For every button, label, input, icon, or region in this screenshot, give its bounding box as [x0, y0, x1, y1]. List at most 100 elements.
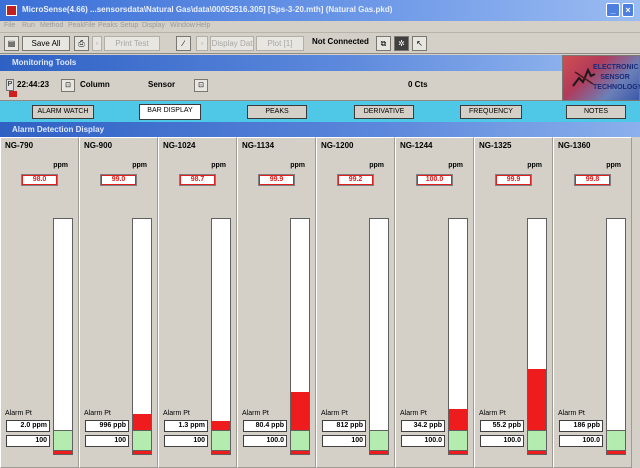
run-time: 22:44:23: [17, 80, 50, 89]
menu-setup[interactable]: Setup: [120, 22, 138, 29]
channel-unit: ppm: [132, 162, 147, 169]
plot-button[interactable]: Plot [1]: [256, 36, 304, 51]
menu-method[interactable]: Method: [40, 22, 63, 29]
range-field[interactable]: 100.0: [243, 435, 287, 447]
channel-panel: NG-1360 ppm 99.8 Alarm Pt 186 ppb 100.0: [553, 137, 632, 468]
alarm-pt-field[interactable]: 55.2 ppb: [480, 420, 524, 432]
alarm-pt-field[interactable]: 812 ppb: [322, 420, 366, 432]
column-spin-button[interactable]: ⊡: [61, 79, 75, 92]
edit-icon[interactable]: ∕: [176, 36, 191, 51]
display-data-button[interactable]: Display Dat: [210, 36, 254, 51]
normal-zone: [606, 430, 626, 451]
normal-zone: [53, 430, 73, 451]
tab-bar-display[interactable]: BAR DISPLAY: [139, 104, 201, 120]
alarm-pt-field[interactable]: 80.4 ppb: [243, 420, 287, 432]
close-button[interactable]: ×: [622, 3, 634, 17]
channel-gauge: [53, 218, 73, 455]
tab-notes[interactable]: NOTES: [566, 105, 626, 119]
channel-value: 98.0: [21, 174, 58, 186]
range-field[interactable]: 100.0: [559, 435, 603, 447]
channel-panel: NG-790 ppm 98.0 Alarm Pt 2.0 ppm 100: [0, 137, 79, 468]
tab-frequency[interactable]: FREQUENCY: [460, 105, 522, 119]
tab-peaks[interactable]: PEAKS: [247, 105, 307, 119]
channel-name: NG-1360: [558, 141, 591, 150]
channel-panel: NG-1024 ppm 98.7 Alarm Pt 1.3 ppm 100: [158, 137, 237, 468]
channel-name: NG-1134: [242, 141, 275, 150]
channel-unit: ppm: [290, 162, 305, 169]
range-field[interactable]: 100: [6, 435, 50, 447]
alarm-pt-field[interactable]: 996 ppb: [85, 420, 129, 432]
company-logo: ELECTRONIC SENSOR TECHNOLOGY: [562, 55, 640, 101]
channel-unit: ppm: [369, 162, 384, 169]
menu-peaks[interactable]: Peaks: [98, 22, 117, 29]
app-icon: [6, 5, 17, 16]
alarm-detection-header: Alarm Detection Display: [0, 122, 640, 137]
minimize-button[interactable]: _: [606, 3, 620, 17]
channel-name: NG-1200: [321, 141, 354, 150]
alarm-pt-label: Alarm Pt: [242, 410, 269, 417]
connect-icon[interactable]: ⧉: [376, 36, 391, 51]
normal-zone: [369, 430, 389, 451]
channel-value: 99.9: [258, 174, 295, 186]
save-all-button[interactable]: Save All: [22, 36, 70, 51]
alarm-pt-label: Alarm Pt: [479, 410, 506, 417]
channel-name: NG-900: [84, 141, 113, 150]
clock-icon: P: [6, 79, 14, 91]
alarm-pt-field[interactable]: 2.0 ppm: [6, 420, 50, 432]
sensor-spin-button[interactable]: ⊡: [194, 79, 208, 92]
range-field[interactable]: 100.0: [480, 435, 524, 447]
channel-panel: NG-1244 ppm 100.0 Alarm Pt 34.2 ppb 100.0: [395, 137, 474, 468]
channel-value: 100.0: [416, 174, 453, 186]
open-icon[interactable]: ▤: [4, 36, 19, 51]
alarm-indicator-icon: [9, 91, 17, 97]
normal-zone: [448, 430, 468, 451]
channel-gauge: [369, 218, 389, 455]
channel-unit: ppm: [211, 162, 226, 169]
channel-gauge: [290, 218, 310, 455]
normal-zone: [527, 430, 547, 451]
channel-value: 98.7: [179, 174, 216, 186]
alarm-pt-field[interactable]: 186 ppb: [559, 420, 603, 432]
alarm-pt-label: Alarm Pt: [163, 410, 190, 417]
menu-peakfile[interactable]: PeakFile: [68, 22, 95, 29]
tab-alarm-watch[interactable]: ALARM WATCH: [32, 105, 94, 119]
settings-icon[interactable]: ✲: [394, 36, 409, 51]
channel-unit: ppm: [53, 162, 68, 169]
display-data-icon[interactable]: ▫: [196, 36, 208, 51]
channel-unit: ppm: [448, 162, 463, 169]
logo-text: ELECTRONIC SENSOR TECHNOLOGY: [593, 64, 640, 91]
print-icon[interactable]: ⎙: [74, 36, 89, 51]
title-bar: MicroSense(4.66) ...sensorsdata\Natural …: [0, 0, 640, 21]
alarm-pt-field[interactable]: 34.2 ppb: [401, 420, 445, 432]
pointer-icon[interactable]: ↖: [412, 36, 427, 51]
channel-value: 99.2: [337, 174, 374, 186]
channel-unit: ppm: [606, 162, 621, 169]
menu-run[interactable]: Run: [22, 22, 35, 29]
channel-gauge: [132, 218, 152, 455]
range-field[interactable]: 100: [322, 435, 366, 447]
channel-name: NG-1024: [163, 141, 196, 150]
channel-value: 99.9: [495, 174, 532, 186]
channel-panel: NG-1325 ppm 99.9 Alarm Pt 55.2 ppb 100.0: [474, 137, 553, 468]
range-field[interactable]: 100: [164, 435, 208, 447]
tab-derivative[interactable]: DERIVATIVE: [354, 105, 414, 119]
alarm-detection-title: Alarm Detection Display: [12, 125, 105, 134]
alarm-pt-field[interactable]: 1.3 ppm: [164, 420, 208, 432]
tab-bar: ALARM WATCH BAR DISPLAY PEAKS DERIVATIVE…: [0, 101, 640, 122]
range-field[interactable]: 100.0: [401, 435, 445, 447]
channel-panel: NG-1200 ppm 99.2 Alarm Pt 812 ppb 100: [316, 137, 395, 468]
channel-unit: ppm: [527, 162, 542, 169]
menu-display[interactable]: Display: [142, 22, 165, 29]
channel-panel: NG-1134 ppm 99.9 Alarm Pt 80.4 ppb 100.0: [237, 137, 316, 468]
menu-file[interactable]: File: [4, 22, 15, 29]
connection-status: Not Connected: [312, 37, 369, 46]
range-field[interactable]: 100: [85, 435, 129, 447]
monitoring-tools-header: Monitoring Tools: [0, 55, 562, 71]
print-test-button[interactable]: Print Test: [104, 36, 160, 51]
monitoring-tools-title: Monitoring Tools: [12, 58, 77, 67]
alarm-pt-label: Alarm Pt: [321, 410, 348, 417]
menu-window[interactable]: Window: [170, 22, 195, 29]
menu-help[interactable]: Help: [196, 22, 210, 29]
channel-gauge: [527, 218, 547, 455]
print-test-icon[interactable]: ▫: [92, 36, 102, 51]
